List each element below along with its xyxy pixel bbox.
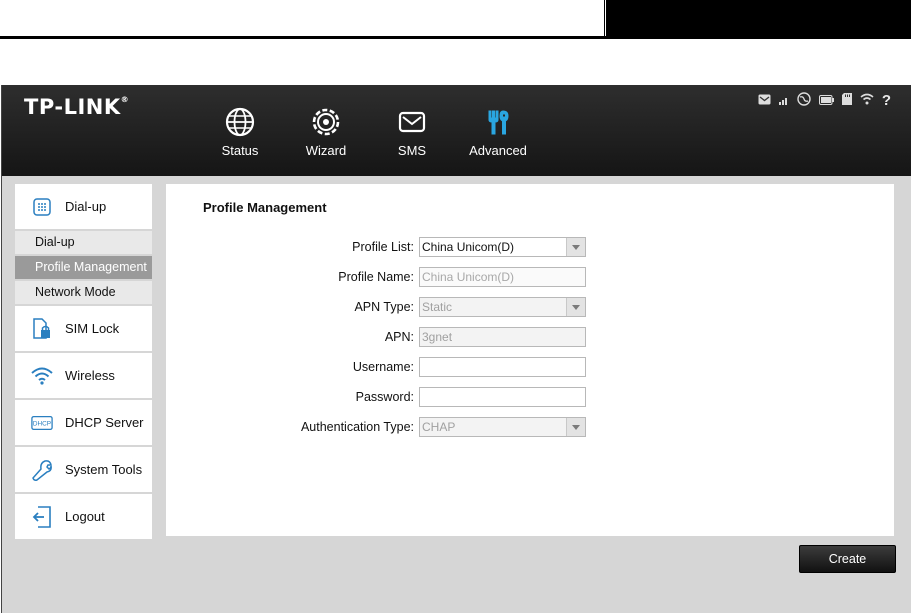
username-input[interactable] xyxy=(419,357,586,377)
sim-lock-icon xyxy=(31,317,53,340)
sidebar: Dial-up Dial-up Profile Management Netwo… xyxy=(15,184,152,541)
main-nav: Status Wizard SMS Advanced xyxy=(197,107,541,158)
envelope-icon xyxy=(369,107,455,135)
sidebar-item-system-tools[interactable]: System Tools xyxy=(15,447,152,494)
nav-advanced-label: Advanced xyxy=(469,143,527,158)
password-label: Password: xyxy=(355,390,414,404)
apn-type-select[interactable]: Static xyxy=(419,297,586,317)
router-web-ui: TP-LINK® ? Status Wizard SMS Advanced Di… xyxy=(1,85,911,613)
profile-name-label: Profile Name: xyxy=(338,270,414,284)
signal-icon xyxy=(778,94,789,107)
sidebar-item-logout[interactable]: Logout xyxy=(15,494,152,541)
sidebar-item-sim-lock-label: SIM Lock xyxy=(65,321,120,336)
top-bar: TP-LINK® ? Status Wizard SMS Advanced xyxy=(2,85,911,176)
apn-label: APN: xyxy=(384,330,414,344)
profile-list-value: China Unicom(D) xyxy=(422,240,515,254)
profile-list-select[interactable]: China Unicom(D) xyxy=(419,237,586,257)
username-label: Username: xyxy=(352,360,414,374)
header-divider xyxy=(604,0,605,36)
tools-icon xyxy=(455,107,541,135)
auth-type-row: Authentication Type: CHAP xyxy=(166,417,894,439)
profile-list-row: Profile List: China Unicom(D) xyxy=(166,237,894,259)
sidebar-item-logout-label: Logout xyxy=(65,509,105,524)
auth-type-label: Authentication Type: xyxy=(300,420,414,434)
profile-name-input[interactable]: China Unicom(D) xyxy=(419,267,586,287)
help-icon[interactable]: ? xyxy=(882,93,891,108)
sidebar-item-dhcp-server[interactable]: DHCP DHCP Server xyxy=(15,400,152,447)
profile-name-value: China Unicom(D) xyxy=(422,270,515,284)
sidebar-item-wireless-label: Wireless xyxy=(65,368,115,383)
wifi-icon xyxy=(860,93,874,107)
wrench-icon xyxy=(31,459,53,481)
apn-row: APN: 3gnet xyxy=(166,327,894,349)
wizard-gear-icon xyxy=(283,107,369,136)
message-icon[interactable] xyxy=(758,94,771,107)
sidebar-subitem-dialup[interactable]: Dial-up xyxy=(15,231,152,256)
sidebar-subitem-profile-management[interactable]: Profile Management xyxy=(15,256,152,281)
auth-type-select[interactable]: CHAP xyxy=(419,417,586,437)
apn-input[interactable]: 3gnet xyxy=(419,327,586,347)
dhcp-icon: DHCP xyxy=(31,412,53,434)
nav-advanced[interactable]: Advanced xyxy=(455,107,541,158)
apn-type-value: Static xyxy=(422,300,453,314)
auth-type-value: CHAP xyxy=(422,420,456,434)
sidebar-item-sim-lock[interactable]: SIM Lock xyxy=(15,306,152,353)
sidebar-item-dialup[interactable]: Dial-up xyxy=(15,184,152,231)
apn-type-row: APN Type: Static xyxy=(166,297,894,319)
battery-icon xyxy=(818,94,834,107)
tp-link-logo: TP-LINK® xyxy=(24,95,130,119)
username-row: Username: xyxy=(166,357,894,379)
profile-name-row: Profile Name: China Unicom(D) xyxy=(166,267,894,289)
apn-value: 3gnet xyxy=(422,330,453,344)
wifi-icon xyxy=(31,365,53,387)
nav-sms-label: SMS xyxy=(397,143,427,158)
password-row: Password: xyxy=(166,387,894,409)
password-input[interactable] xyxy=(419,387,586,407)
sidebar-item-system-tools-label: System Tools xyxy=(65,462,143,477)
page-title: Profile Management xyxy=(203,200,327,215)
nav-status[interactable]: Status xyxy=(197,107,283,158)
sidebar-item-dhcp-server-label: DHCP Server xyxy=(65,415,144,430)
svg-text:DHCP: DHCP xyxy=(33,420,51,427)
sd-card-icon xyxy=(841,93,852,107)
logout-icon xyxy=(31,505,53,528)
dialpad-icon xyxy=(31,196,53,218)
globe-icon xyxy=(197,107,283,137)
profile-list-label: Profile List: xyxy=(352,240,414,254)
nav-wizard-label: Wizard xyxy=(305,143,347,158)
chevron-down-icon xyxy=(566,298,585,316)
internet-globe-icon xyxy=(797,92,811,108)
chevron-down-icon xyxy=(566,238,585,256)
status-icons: ? xyxy=(758,92,891,108)
nav-sms[interactable]: SMS xyxy=(369,107,455,158)
sidebar-item-dialup-label: Dial-up xyxy=(65,199,107,214)
profile-management-panel: Profile Management Profile List: China U… xyxy=(166,184,894,536)
chevron-down-icon xyxy=(566,418,585,436)
nav-wizard[interactable]: Wizard xyxy=(283,107,369,158)
sidebar-subitem-network-mode[interactable]: Network Mode xyxy=(15,281,152,306)
sidebar-item-wireless[interactable]: Wireless xyxy=(15,353,152,400)
nav-status-label: Status xyxy=(221,143,259,158)
header-rule xyxy=(0,36,911,39)
document-header xyxy=(0,0,911,40)
create-button[interactable]: Create xyxy=(799,545,896,573)
apn-type-label: APN Type: xyxy=(354,300,414,314)
header-black-block xyxy=(606,0,911,38)
